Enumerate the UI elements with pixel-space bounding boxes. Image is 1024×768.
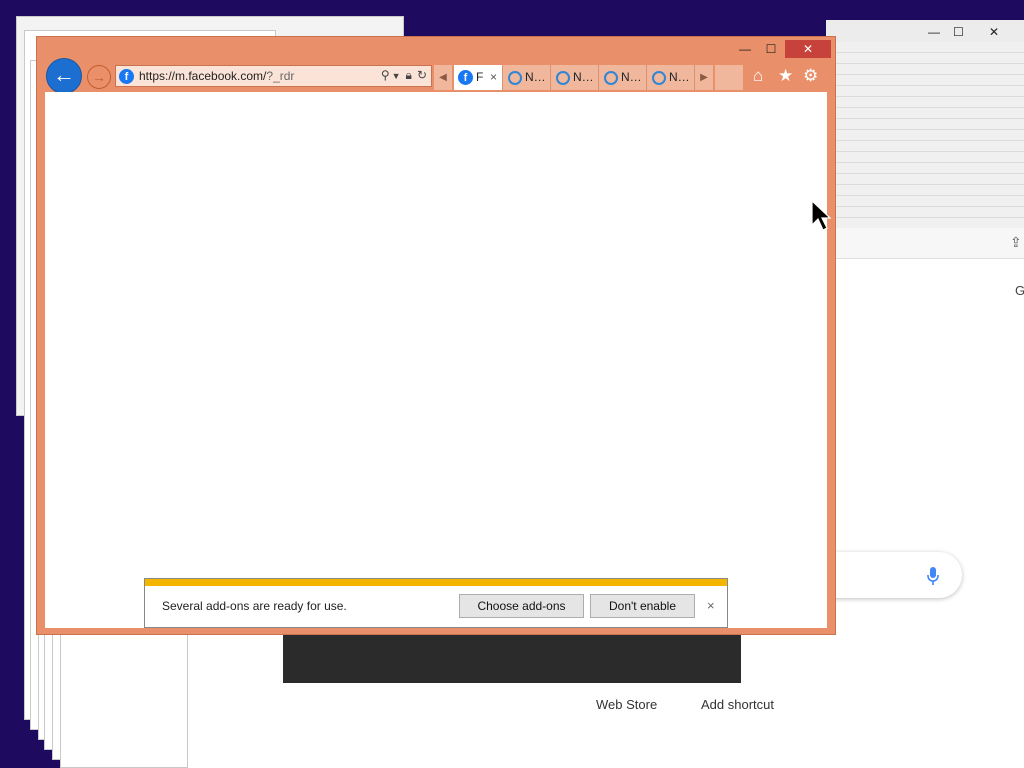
tab-close-icon[interactable]: × bbox=[490, 65, 497, 90]
tab-new-2[interactable]: N… bbox=[551, 65, 599, 90]
address-url[interactable]: https://m.facebook.com/?_rdr bbox=[139, 69, 294, 83]
bg-close-button[interactable]: ✕ bbox=[989, 24, 999, 40]
facebook-icon: f bbox=[458, 70, 473, 86]
forward-button[interactable]: → bbox=[87, 65, 111, 89]
forward-arrow-icon: → bbox=[92, 69, 106, 85]
address-bar[interactable]: f https://m.facebook.com/?_rdr ⚲ ▼ 🔒︎ ↻ bbox=[115, 65, 432, 87]
shortcut-add-shortcut[interactable]: Add shortcut bbox=[701, 697, 774, 712]
refresh-icon[interactable]: ↻ bbox=[417, 68, 427, 82]
page-content[interactable] bbox=[45, 92, 827, 628]
tab-facebook[interactable]: fF × bbox=[454, 65, 503, 90]
ie-icon bbox=[508, 70, 522, 85]
dark-overlay-panel bbox=[283, 630, 741, 683]
tab-new-1[interactable]: N… bbox=[503, 65, 551, 90]
settings-gear-icon[interactable]: ⚙ bbox=[803, 66, 818, 86]
tab-label: F bbox=[476, 70, 484, 84]
lock-icon[interactable]: 🔒︎ bbox=[406, 68, 412, 82]
addon-notification-bar: Several add-ons are ready for use. Choos… bbox=[144, 578, 728, 628]
back-arrow-icon: ← bbox=[53, 62, 75, 87]
bg-maximize-button[interactable]: ☐ bbox=[953, 24, 964, 40]
tab-scroll-right-icon[interactable]: ▶ bbox=[695, 65, 713, 90]
minimize-button[interactable]: — bbox=[733, 40, 757, 58]
mouse-cursor-icon bbox=[811, 200, 832, 231]
tab-new-3[interactable]: N… bbox=[599, 65, 647, 90]
microphone-icon[interactable] bbox=[926, 566, 940, 588]
tab-label: N… bbox=[621, 70, 642, 84]
notification-stripe bbox=[145, 579, 727, 586]
dont-enable-button[interactable]: Don't enable bbox=[590, 594, 695, 618]
partial-text: G bbox=[1015, 283, 1024, 298]
share-icon[interactable]: ⇪ bbox=[1010, 234, 1022, 251]
notification-message: Several add-ons are ready for use. bbox=[162, 599, 347, 613]
tab-new-4[interactable]: N… bbox=[647, 65, 695, 90]
tab-label: N… bbox=[525, 70, 546, 84]
tab-label: N… bbox=[573, 70, 594, 84]
ie-icon bbox=[556, 70, 570, 85]
back-button[interactable]: ← bbox=[46, 58, 82, 94]
choose-addons-button[interactable]: Choose add-ons bbox=[459, 594, 584, 618]
shortcut-web-store[interactable]: Web Store bbox=[596, 697, 657, 712]
ie-icon bbox=[652, 70, 666, 85]
ie-browser-window: — ☐ ✕ ← → f https://m.facebook.com/?_rdr… bbox=[36, 36, 836, 635]
background-browser-window bbox=[826, 20, 1024, 768]
tab-label: N… bbox=[669, 70, 690, 84]
search-icon[interactable]: ⚲ bbox=[381, 68, 390, 82]
home-icon[interactable]: ⌂ bbox=[753, 66, 763, 86]
ie-icon bbox=[604, 70, 618, 85]
favorites-star-icon[interactable]: ★ bbox=[778, 66, 793, 86]
background-window-stack bbox=[826, 42, 1024, 242]
background-toolbar bbox=[826, 228, 1024, 259]
facebook-icon: f bbox=[119, 69, 134, 84]
tab-scroll-left-icon[interactable]: ◀ bbox=[434, 65, 452, 90]
dropdown-icon[interactable]: ▼ bbox=[392, 71, 401, 81]
bg-minimize-button[interactable]: — bbox=[928, 24, 940, 40]
close-button[interactable]: ✕ bbox=[785, 40, 831, 58]
notification-close-icon[interactable]: × bbox=[707, 598, 715, 613]
new-tab-button[interactable] bbox=[715, 65, 743, 90]
maximize-button[interactable]: ☐ bbox=[759, 40, 783, 58]
